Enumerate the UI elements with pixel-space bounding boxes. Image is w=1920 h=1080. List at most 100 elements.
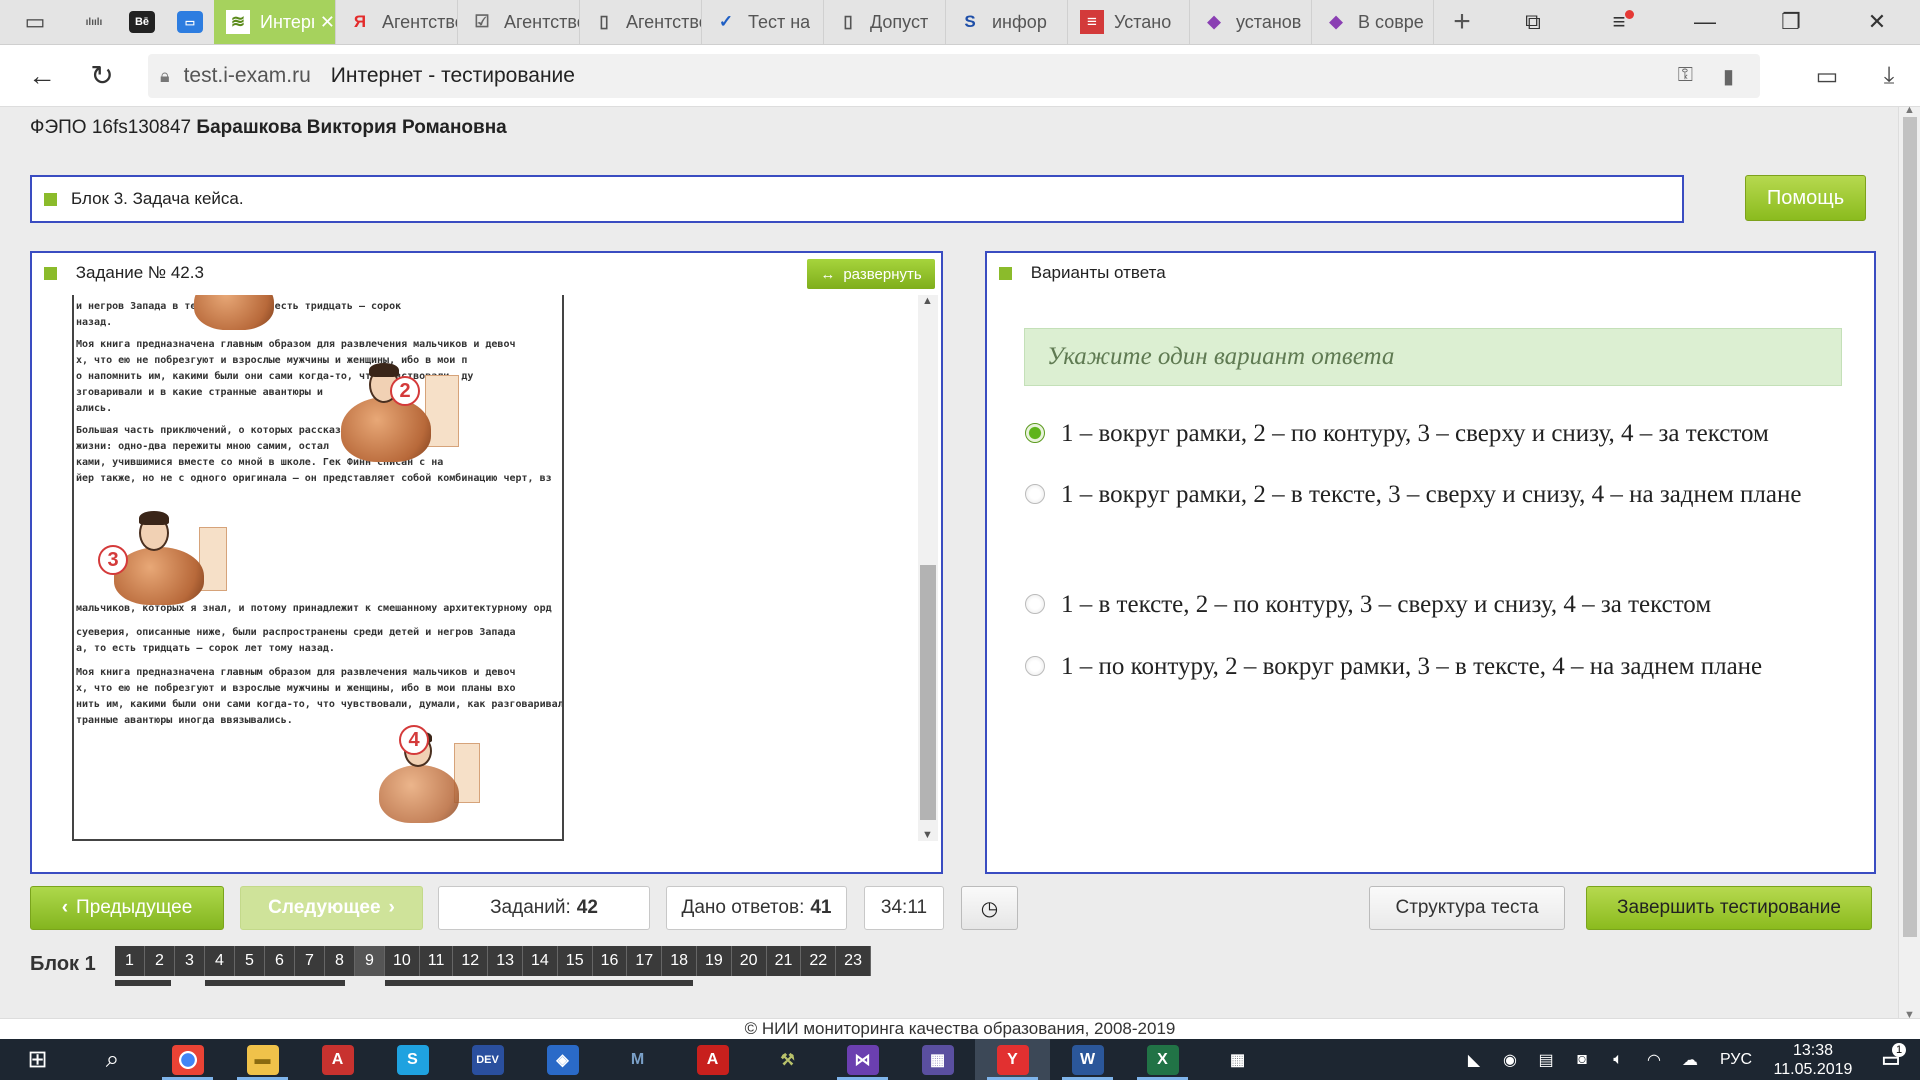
expand-button[interactable]: ↔ развернуть <box>807 259 935 289</box>
question-number-16[interactable]: 16 <box>592 946 628 976</box>
taskbar-app-excel[interactable]: X <box>1125 1039 1200 1080</box>
tab-3[interactable]: ☑ Агентство <box>458 0 580 44</box>
back-button[interactable]: ← <box>12 45 72 107</box>
answer-option-2[interactable]: 1 – вокруг рамки, 2 – в тексте, 3 – свер… <box>1025 470 1855 519</box>
task-scroll-thumb[interactable] <box>920 565 936 820</box>
tray-app-icon[interactable]: ▤ <box>1528 1050 1564 1070</box>
tab-7[interactable]: Sинфор <box>946 0 1068 44</box>
finish-test-button[interactable]: Завершить тестирование <box>1586 886 1872 930</box>
language-indicator[interactable]: РУС <box>1708 1051 1764 1069</box>
scroll-up-icon[interactable]: ▲ <box>1904 104 1915 116</box>
tab-10[interactable]: ◆ В совре <box>1312 0 1434 44</box>
test-structure-button[interactable]: Структура теста <box>1369 886 1565 930</box>
question-number-1[interactable]: 1 <box>115 946 145 976</box>
pinned-tab-behance[interactable]: Bē <box>118 0 166 44</box>
question-number-23[interactable]: 23 <box>836 946 871 976</box>
question-number-10[interactable]: 10 <box>385 946 420 976</box>
page-scroll-thumb[interactable] <box>1903 117 1917 937</box>
scroll-down-icon[interactable]: ▼ <box>922 829 933 841</box>
question-number-6[interactable]: 6 <box>265 946 295 976</box>
key-icon[interactable]: ⚿ <box>1678 64 1693 89</box>
question-number-11[interactable]: 11 <box>419 946 454 976</box>
answer-option-1[interactable]: 1 – вокруг рамки, 2 – по контуру, 3 – св… <box>1025 409 1855 458</box>
taskbar-app-calc[interactable]: ▦ <box>1200 1039 1275 1080</box>
radio-icon[interactable] <box>1025 594 1045 615</box>
question-number-18[interactable]: 18 <box>662 946 697 976</box>
tab-8[interactable]: ≡ Устано <box>1068 0 1190 44</box>
page-scrollbar[interactable]: ▲ ▼ <box>1898 104 1920 1021</box>
taskbar-app-chrome[interactable] <box>150 1039 225 1080</box>
start-button[interactable]: ⊞ <box>0 1039 75 1080</box>
taskbar-app-skype[interactable]: S <box>375 1039 450 1080</box>
question-number-2[interactable]: 2 <box>145 946 175 976</box>
question-number-15[interactable]: 15 <box>557 946 593 976</box>
volume-icon[interactable]: 🔈︎ <box>1600 1051 1636 1069</box>
question-number-17[interactable]: 17 <box>627 946 663 976</box>
radio-icon[interactable] <box>1025 484 1045 505</box>
tray-app-icon[interactable]: ◉ <box>1492 1050 1528 1070</box>
question-number-12[interactable]: 12 <box>453 946 489 976</box>
taskbar-app-devcpp[interactable]: DEV <box>450 1039 525 1080</box>
tab-2[interactable]: Я Агентство <box>336 0 458 44</box>
battery-icon[interactable]: ▭ <box>1796 45 1858 107</box>
bookmark-icon[interactable]: ▮ <box>1723 64 1734 89</box>
clock[interactable]: 13:38 11.05.2019 <box>1764 1041 1862 1079</box>
notification-center-button[interactable]: 1 ▭ <box>1862 1043 1920 1072</box>
taskbar-app-m[interactable]: M <box>600 1039 675 1080</box>
help-button[interactable]: Помощь <box>1745 175 1866 221</box>
question-number-7[interactable]: 7 <box>295 946 325 976</box>
new-tab-button[interactable]: + <box>1434 0 1490 44</box>
task-scrollbar[interactable]: ▲ ▼ <box>918 295 938 841</box>
tray-app-icon[interactable]: ◙ <box>1564 1051 1600 1069</box>
taskbar-app-vs[interactable]: ⋈ <box>825 1039 900 1080</box>
radio-selected-icon[interactable] <box>1025 423 1045 444</box>
pinned-tab-cisco[interactable]: ılıılı <box>70 0 118 44</box>
scroll-up-icon[interactable]: ▲ <box>922 295 933 307</box>
pinned-tab-chat[interactable]: ▭ <box>166 0 214 44</box>
question-number-13[interactable]: 13 <box>488 946 523 976</box>
download-icon[interactable]: ⤓ <box>1858 45 1920 107</box>
clock-button[interactable]: ◷ <box>961 886 1018 930</box>
wifi-icon[interactable]: ◠ <box>1636 1050 1672 1070</box>
menu-icon[interactable]: ≡ <box>1576 0 1662 44</box>
tabs-panel-icon[interactable]: ▭ <box>0 0 70 44</box>
question-number-5[interactable]: 5 <box>235 946 265 976</box>
question-number-14[interactable]: 14 <box>523 946 558 976</box>
minimize-button[interactable]: — <box>1662 0 1748 44</box>
taskbar-app-word[interactable]: W <box>1050 1039 1125 1080</box>
tab-1[interactable]: ≋ Интернет - тестирование ✕ <box>214 0 336 44</box>
search-button[interactable]: ⌕ <box>75 1039 150 1080</box>
taskbar-app-tool[interactable]: ⚒ <box>750 1039 825 1080</box>
question-number-4[interactable]: 4 <box>205 946 235 976</box>
tab-6[interactable]: ▯ Допуст <box>824 0 946 44</box>
taskbar-app-app[interactable]: ◈ <box>525 1039 600 1080</box>
question-number-9[interactable]: 9 <box>355 946 385 976</box>
bookmarks-icon[interactable]: ⧉ <box>1490 0 1576 44</box>
close-tab-icon[interactable]: ✕ <box>320 12 335 33</box>
tab-9[interactable]: ◆ установ <box>1190 0 1312 44</box>
restore-button[interactable]: ❐ <box>1748 0 1834 44</box>
taskbar-app-yandex[interactable]: Y <box>975 1039 1050 1080</box>
nvidia-icon[interactable]: ◣ <box>1456 1050 1492 1070</box>
tab-4[interactable]: ▯ Агентство <box>580 0 702 44</box>
next-button[interactable]: Следующее › <box>240 886 423 930</box>
question-number-3[interactable]: 3 <box>175 946 205 976</box>
question-number-22[interactable]: 22 <box>801 946 837 976</box>
close-window-button[interactable]: ✕ <box>1834 0 1920 44</box>
taskbar-app-app2[interactable]: ▦ <box>900 1039 975 1080</box>
previous-button[interactable]: ‹ Предыдущее <box>30 886 224 930</box>
question-number-21[interactable]: 21 <box>766 946 802 976</box>
question-number-8[interactable]: 8 <box>325 946 355 976</box>
answer-option-4[interactable]: 1 – по контуру, 2 – вокруг рамки, 3 – в … <box>1025 642 1855 691</box>
tab-5[interactable]: ✓ Тест на <box>702 0 824 44</box>
cloud-icon[interactable]: ☁︎ <box>1672 1050 1708 1070</box>
taskbar-app-acrobat[interactable]: A <box>675 1039 750 1080</box>
address-bar[interactable]: 🔒︎ test.i-exam.ru Интернет - тестировани… <box>148 54 1760 98</box>
reload-button[interactable]: ↻ <box>72 45 132 107</box>
taskbar-app-autocad[interactable]: A <box>300 1039 375 1080</box>
question-number-19[interactable]: 19 <box>696 946 732 976</box>
answer-option-3[interactable]: 1 – в тексте, 2 – по контуру, 3 – сверху… <box>1025 580 1855 629</box>
question-number-20[interactable]: 20 <box>731 946 767 976</box>
radio-icon[interactable] <box>1025 656 1045 677</box>
taskbar-app-explorer[interactable]: ▬ <box>225 1039 300 1080</box>
